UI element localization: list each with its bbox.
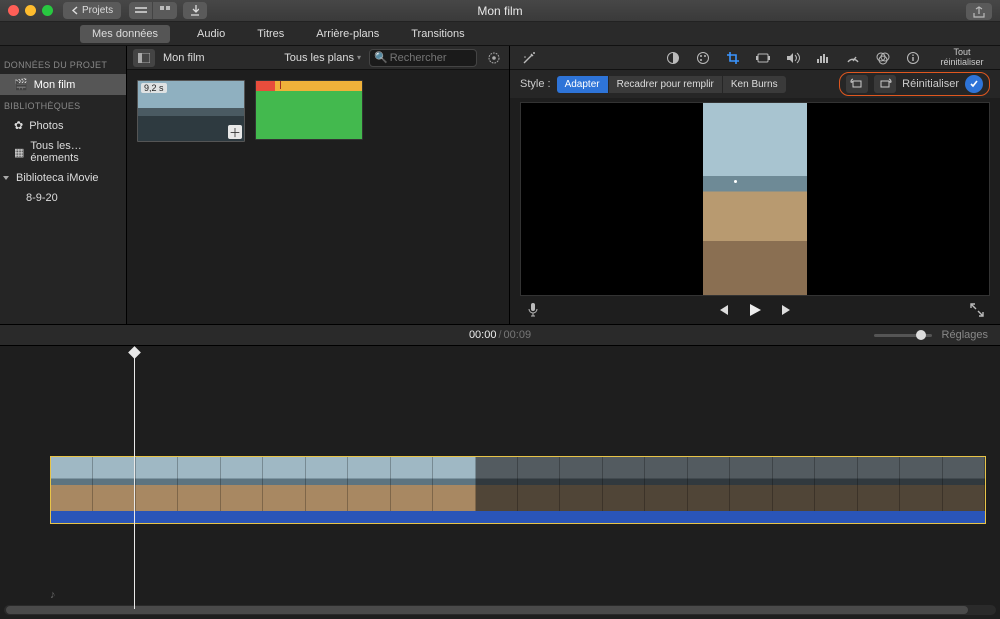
timeline-clip[interactable] bbox=[50, 456, 986, 524]
close-window-button[interactable] bbox=[8, 5, 19, 16]
crop-style-segment[interactable]: Adapter Recadrer pour remplir Ken Burns bbox=[557, 76, 786, 93]
back-label: Projets bbox=[82, 5, 113, 16]
sidebar-item-photos[interactable]: ✿ Photos bbox=[0, 115, 126, 136]
speedometer-icon[interactable] bbox=[844, 49, 862, 67]
style-label: Style : bbox=[520, 78, 551, 90]
style-crop-button[interactable]: Recadrer pour remplir bbox=[609, 76, 723, 93]
contrast-icon[interactable] bbox=[664, 49, 682, 67]
tab-transitions[interactable]: Transitions bbox=[406, 25, 469, 43]
timeline-settings-button[interactable]: Réglages bbox=[942, 329, 988, 341]
reset-all-button[interactable]: Tout réinitialiser bbox=[934, 48, 990, 68]
prev-frame-button[interactable] bbox=[714, 301, 732, 319]
volume-icon[interactable] bbox=[784, 49, 802, 67]
fullscreen-button[interactable] bbox=[968, 301, 986, 319]
search-input[interactable] bbox=[390, 52, 470, 64]
zoom-slider-knob[interactable] bbox=[916, 330, 926, 340]
chevron-down-icon: ▾ bbox=[357, 53, 361, 62]
playback-controls bbox=[510, 296, 1000, 324]
total-time: 00:09 bbox=[504, 329, 532, 341]
library-sidebar: DONNÉES DU PROJET 🎬 Mon film BIBLIOTHÈQU… bbox=[0, 46, 127, 324]
browser-title: Mon film bbox=[163, 52, 253, 64]
current-time: 00:00 bbox=[469, 329, 497, 341]
sidebar-item-event[interactable]: 8-9-20 bbox=[0, 188, 126, 208]
imovie-library-label: Biblioteca iMovie bbox=[16, 172, 99, 184]
event-date-label: 8-9-20 bbox=[26, 192, 58, 204]
media-tabs: Mes données Audio Titres Arrière-plans T… bbox=[0, 22, 1000, 46]
toggle-sidebar-button[interactable] bbox=[133, 49, 155, 67]
crop-style-bar: Style : Adapter Recadrer pour remplir Ke… bbox=[510, 70, 1000, 98]
sidebar-item-project[interactable]: 🎬 Mon film bbox=[0, 74, 126, 95]
filters-icon[interactable] bbox=[874, 49, 892, 67]
preview-frame bbox=[703, 103, 807, 295]
flower-icon: ✿ bbox=[14, 119, 23, 132]
upper-panels: DONNÉES DU PROJET 🎬 Mon film BIBLIOTHÈQU… bbox=[0, 46, 1000, 324]
clip-audio-waveform bbox=[51, 511, 985, 523]
viewer-panel: Tout réinitialiser Style : Adapter Recad… bbox=[510, 46, 1000, 324]
timeline-scrollbar[interactable] bbox=[4, 605, 996, 615]
grid-view-icon[interactable] bbox=[153, 2, 177, 19]
photos-label: Photos bbox=[29, 120, 63, 132]
all-events-label: Tous les…énements bbox=[30, 140, 118, 164]
clip-duration-badge: 9,2 s bbox=[141, 83, 167, 93]
reset-crop-label[interactable]: Réinitialiser bbox=[902, 78, 959, 90]
disclosure-triangle-icon[interactable] bbox=[3, 176, 9, 180]
next-frame-button[interactable] bbox=[778, 301, 796, 319]
palette-icon[interactable] bbox=[694, 49, 712, 67]
project-name-label: Mon film bbox=[34, 79, 76, 91]
play-button[interactable] bbox=[746, 301, 764, 319]
maximize-window-button[interactable] bbox=[42, 5, 53, 16]
playhead[interactable] bbox=[134, 350, 135, 609]
media-browser: Mon film Tous les plans ▾ 🔍 9,2 s ＋ bbox=[127, 46, 510, 324]
rotation-reset-group: Réinitialiser bbox=[839, 72, 990, 96]
clip-filter-dropdown[interactable]: Tous les plans ▾ bbox=[284, 52, 361, 64]
zoom-slider[interactable] bbox=[874, 334, 932, 337]
audio-clip-thumbnail[interactable] bbox=[255, 80, 363, 140]
clip-filmstrip bbox=[51, 457, 985, 511]
filter-label: Tous les plans bbox=[284, 52, 354, 64]
list-view-icon[interactable] bbox=[129, 2, 153, 19]
timecode-display: 00:00/00:09 bbox=[469, 329, 531, 341]
window-titlebar: Projets Mon film bbox=[0, 0, 1000, 22]
window-controls bbox=[8, 5, 53, 16]
search-field[interactable]: 🔍 bbox=[369, 49, 477, 67]
rotate-cw-button[interactable] bbox=[874, 75, 896, 93]
import-button[interactable] bbox=[183, 2, 207, 19]
timeline-panel[interactable]: ♪ bbox=[0, 346, 1000, 619]
add-clip-button[interactable]: ＋ bbox=[228, 125, 242, 139]
stabilize-icon[interactable] bbox=[754, 49, 772, 67]
browser-settings-button[interactable] bbox=[485, 49, 503, 67]
voiceover-button[interactable] bbox=[524, 301, 542, 319]
rotate-ccw-button[interactable] bbox=[846, 75, 868, 93]
view-mode-segment[interactable] bbox=[129, 2, 177, 19]
style-fit-button[interactable]: Adapter bbox=[557, 76, 609, 93]
style-kenburns-button[interactable]: Ken Burns bbox=[723, 76, 786, 93]
sidebar-item-imovie-library[interactable]: Biblioteca iMovie bbox=[0, 168, 126, 188]
apply-crop-button[interactable] bbox=[965, 75, 983, 93]
info-icon[interactable] bbox=[904, 49, 922, 67]
share-button[interactable] bbox=[966, 3, 992, 20]
tab-backgrounds[interactable]: Arrière-plans bbox=[311, 25, 384, 43]
scrollbar-thumb[interactable] bbox=[6, 606, 968, 614]
timecode-bar: 00:00/00:09 Réglages bbox=[0, 324, 1000, 346]
libraries-heading: BIBLIOTHÈQUES bbox=[0, 95, 126, 115]
tab-my-data[interactable]: Mes données bbox=[80, 25, 170, 43]
search-icon: 🔍 bbox=[374, 51, 388, 64]
magic-wand-icon[interactable] bbox=[520, 49, 538, 67]
video-clip-thumbnail[interactable]: 9,2 s ＋ bbox=[137, 80, 245, 142]
sidebar-item-all-events[interactable]: ▦ Tous les…énements bbox=[0, 136, 126, 168]
clapper-icon: 🎬 bbox=[14, 78, 28, 91]
preview-canvas[interactable] bbox=[520, 102, 990, 296]
inspector-toolbar: Tout réinitialiser bbox=[510, 46, 1000, 70]
crop-icon[interactable] bbox=[724, 49, 742, 67]
browser-toolbar: Mon film Tous les plans ▾ 🔍 bbox=[127, 46, 509, 70]
back-to-projects-button[interactable]: Projets bbox=[63, 2, 121, 19]
minimize-window-button[interactable] bbox=[25, 5, 36, 16]
project-data-heading: DONNÉES DU PROJET bbox=[0, 54, 126, 74]
tab-titles[interactable]: Titres bbox=[252, 25, 289, 43]
tab-audio[interactable]: Audio bbox=[192, 25, 230, 43]
calendar-icon: ▦ bbox=[14, 146, 24, 159]
browser-clips: 9,2 s ＋ bbox=[127, 70, 509, 324]
music-track-icon[interactable]: ♪ bbox=[50, 589, 56, 601]
equalizer-icon[interactable] bbox=[814, 49, 832, 67]
